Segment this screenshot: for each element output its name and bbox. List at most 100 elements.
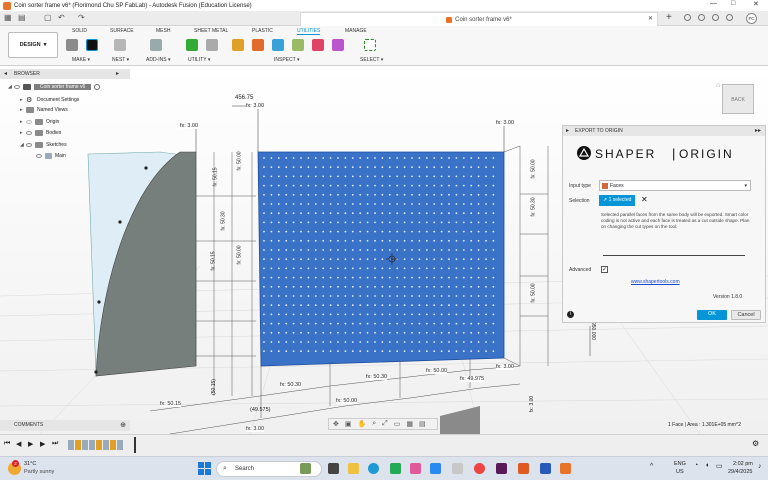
close-tab-icon[interactable]: ✕ [648, 15, 653, 22]
new-tab-icon[interactable]: + [666, 12, 672, 23]
hidden-eye-icon[interactable] [26, 120, 32, 124]
select-icon[interactable] [364, 39, 376, 51]
display-settings-icon[interactable]: ▭ [394, 420, 401, 428]
info-icon[interactable]: i [567, 311, 574, 318]
browser-item-bodies[interactable]: ▸ Bodies [20, 130, 61, 136]
sketch-point[interactable] [97, 300, 101, 304]
tab-manage[interactable]: MANAGE [345, 28, 367, 34]
zebra-icon[interactable] [272, 39, 284, 51]
selected-face[interactable] [257, 151, 505, 367]
tab-utilities[interactable]: UTILITIES [297, 28, 321, 35]
input-type-select[interactable]: Faces ▾ [599, 180, 751, 191]
ok-button[interactable]: OK [697, 310, 727, 320]
grid-settings-icon[interactable]: ▦ [406, 420, 413, 428]
measure-icon[interactable] [232, 39, 244, 51]
clear-selection-icon[interactable]: ✕ [641, 195, 648, 204]
browser-item-named-views[interactable]: ▸ Named Views [20, 107, 68, 113]
browser-header[interactable]: ◂ BROWSER ▸ [0, 69, 130, 79]
app-icon[interactable] [410, 463, 421, 474]
tray-chevron-icon[interactable]: ^ [650, 463, 653, 470]
timeline-feature[interactable] [68, 440, 74, 450]
dimension-label[interactable]: fx: 49.975 [460, 376, 485, 382]
visibility-eye-icon[interactable] [26, 143, 32, 147]
timeline-marker[interactable] [134, 437, 136, 453]
dimension-label[interactable]: fx: 50.15 [160, 401, 182, 407]
weather-temp[interactable]: 31°C [24, 461, 36, 467]
dimension-label[interactable]: fx: 50.00 [426, 368, 448, 374]
outlook-icon[interactable] [430, 463, 441, 474]
app-grid-icon[interactable]: ▦ [4, 13, 12, 22]
windows-start-icon[interactable] [198, 462, 211, 475]
dimension-label[interactable]: 950.000 [590, 322, 596, 340]
volume-icon[interactable]: ◖ [705, 462, 709, 469]
dimension-label[interactable]: fx: 50.00 [237, 151, 243, 170]
utility-icon-2[interactable] [206, 39, 218, 51]
fit-icon[interactable]: ⤢ [382, 420, 388, 428]
play-icon[interactable]: ▶ [28, 440, 33, 448]
timeline-feature[interactable] [82, 440, 88, 450]
dimension-label[interactable]: fx: 50.15 [213, 167, 219, 186]
group-make[interactable]: MAKE ▾ [72, 57, 90, 63]
visibility-eye-icon[interactable] [36, 154, 42, 158]
help-icon[interactable] [726, 14, 733, 21]
browser-item-document-settings[interactable]: ▸ ⚙ Document Settings [20, 96, 79, 104]
shapertools-link[interactable]: www.shapertools.com [631, 279, 680, 285]
battery-icon[interactable]: ▭ [716, 462, 723, 470]
viewports-icon[interactable]: ▤ [419, 420, 426, 428]
cancel-button[interactable]: Cancel [731, 310, 761, 320]
edge-icon[interactable] [368, 463, 379, 474]
timeline-feature[interactable] [96, 440, 102, 450]
timeline-feature[interactable] [117, 440, 123, 450]
zoom-icon[interactable]: ⌕ [372, 420, 376, 428]
timeline-feature[interactable] [110, 440, 116, 450]
dimension-label[interactable]: fx: 3.00 [496, 364, 515, 370]
undo-icon[interactable]: ↶ [58, 13, 65, 22]
wifi-icon[interactable]: ◔ [694, 462, 698, 469]
language-indicator[interactable]: ENG [674, 461, 686, 467]
document-tab[interactable]: Coin sorter frame v6* ✕ [300, 12, 658, 26]
powerpoint-icon[interactable] [518, 463, 529, 474]
dimension-label[interactable]: fx: 3.00 [180, 123, 199, 129]
store-icon[interactable] [390, 463, 401, 474]
step-forward-icon[interactable]: ▶ [40, 440, 45, 448]
selection-chip[interactable]: ➚ 1 selected [599, 195, 636, 206]
maximize-button[interactable]: □ [731, 0, 735, 7]
group-inspect[interactable]: INSPECT ▾ [274, 57, 300, 63]
dimension-label[interactable]: fx: 3.00 [496, 120, 515, 126]
onenote-icon[interactable] [496, 463, 507, 474]
add-comment-icon[interactable]: ⊕ [120, 420, 126, 431]
timeline-feature[interactable] [89, 440, 95, 450]
tab-surface[interactable]: SURFACE [110, 28, 134, 34]
browser-root[interactable]: ◢ Coin sorter frame v6 [8, 84, 101, 90]
dimension-label[interactable]: fx: 50.00 [237, 245, 243, 264]
data-panel-icon[interactable]: ▤ [18, 13, 26, 22]
group-select[interactable]: SELECT ▾ [360, 57, 383, 63]
dimension-label[interactable]: fx: 50.30 [531, 197, 537, 216]
fusion-taskbar-icon[interactable] [560, 463, 571, 474]
dimension-label[interactable]: (50.15) [211, 379, 217, 395]
dimension-label[interactable]: fx: 3.00 [529, 396, 535, 412]
make-3d-print-icon[interactable] [66, 39, 78, 51]
dimension-label[interactable]: fx: 3.00 [246, 103, 265, 109]
go-to-end-icon[interactable]: ⏭ [52, 440, 58, 448]
task-view-icon[interactable] [328, 463, 339, 474]
browser-item-sketches[interactable]: ◢ Sketches [20, 142, 67, 148]
utility-icon-1[interactable] [186, 39, 198, 51]
interference-icon[interactable] [252, 39, 264, 51]
notifications-icon[interactable] [712, 14, 719, 21]
sketch-point[interactable] [118, 220, 122, 224]
sketch-point[interactable] [144, 166, 148, 170]
sketch-point[interactable] [94, 370, 98, 374]
clock-time[interactable]: 2:02 pm [733, 461, 753, 467]
app-icon[interactable] [452, 463, 463, 474]
timeline-feature[interactable] [103, 440, 109, 450]
visibility-eye-icon[interactable] [14, 85, 20, 89]
dimension-label[interactable]: fx: 50.00 [336, 398, 358, 404]
dimension-label[interactable]: fx: 50.30 [280, 382, 302, 388]
browser-options-icon[interactable]: ▸ [116, 69, 119, 79]
dimension-label[interactable]: fx: 50.00 [531, 159, 537, 178]
tab-solid[interactable]: SOLID [72, 28, 87, 34]
dimension-label[interactable]: (49.575) [250, 407, 271, 413]
dimension-label[interactable]: fx: 50.30 [366, 374, 388, 380]
orbit-icon[interactable]: ✥ [333, 420, 339, 428]
